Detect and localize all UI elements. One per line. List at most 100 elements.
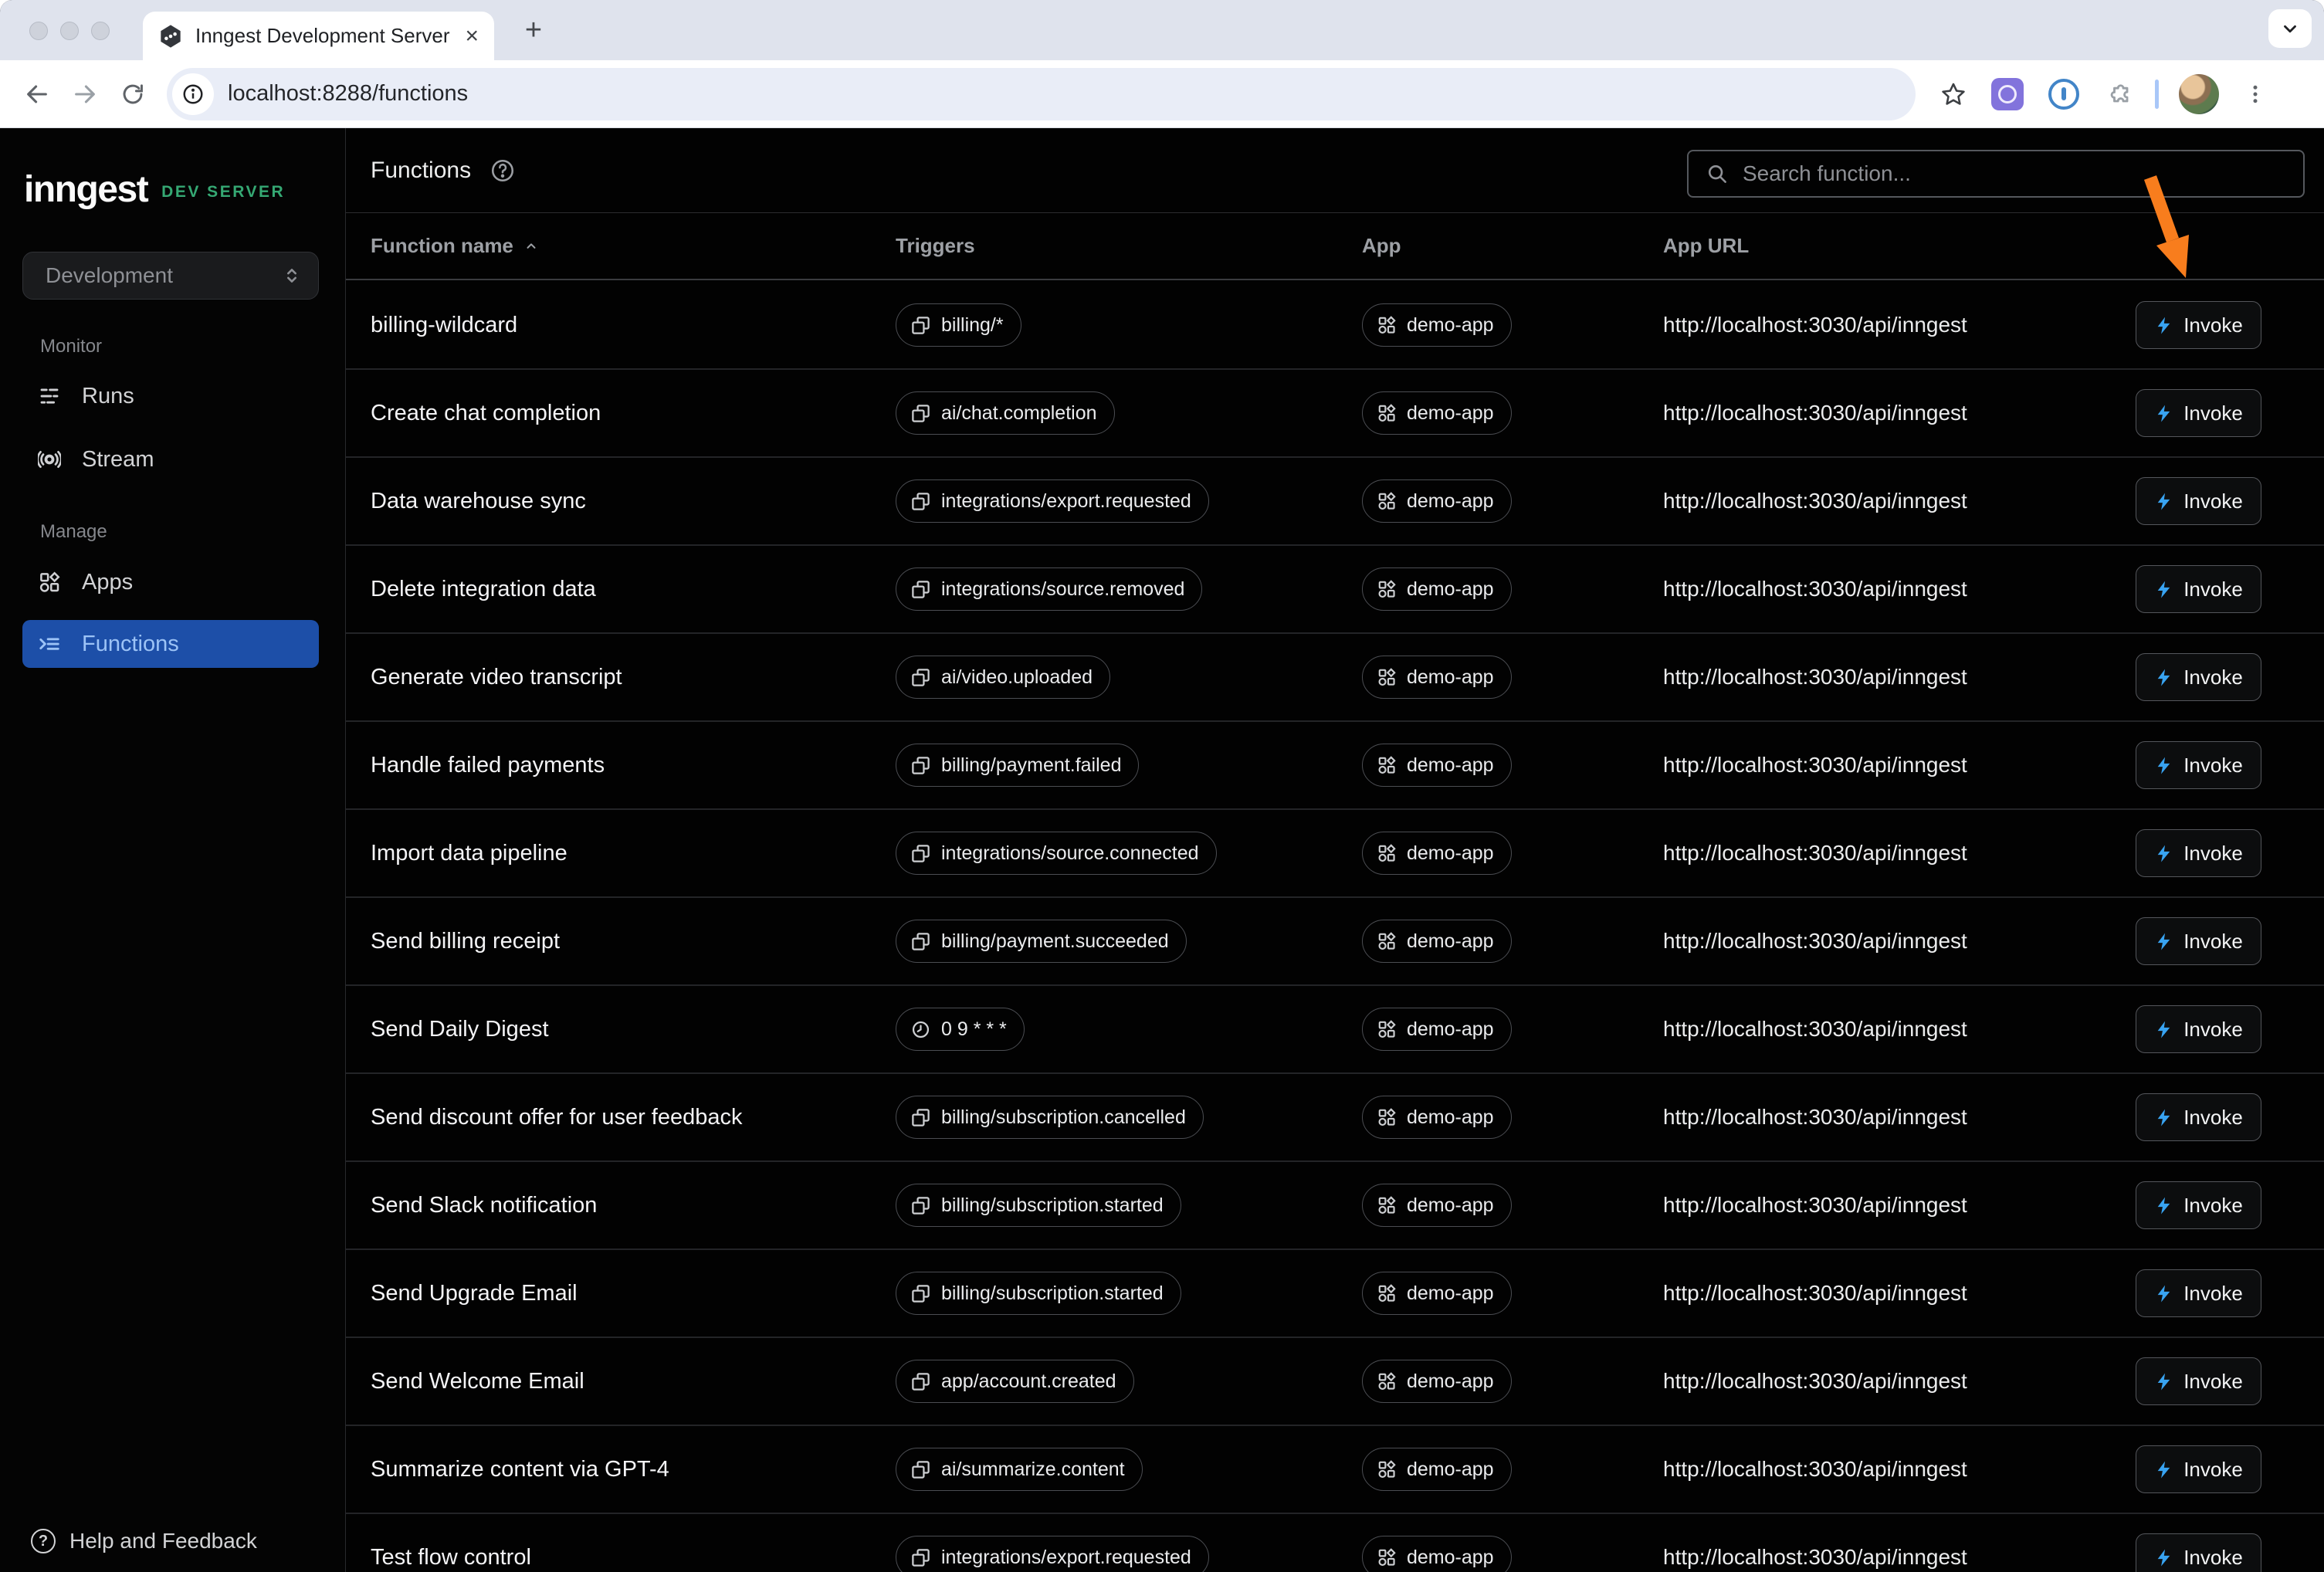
browser-menu-icon[interactable] bbox=[2244, 83, 2267, 106]
app-badge[interactable]: demo-app bbox=[1362, 1360, 1512, 1403]
function-name[interactable]: Send Daily Digest bbox=[371, 1017, 896, 1042]
tab-close-icon[interactable]: × bbox=[465, 25, 479, 48]
function-name[interactable]: Test flow control bbox=[371, 1545, 896, 1570]
trigger-badge[interactable]: integrations/export.requested bbox=[896, 1536, 1209, 1572]
address-bar[interactable]: localhost:8288/functions bbox=[167, 68, 1916, 120]
invoke-button[interactable]: Invoke bbox=[2136, 829, 2261, 877]
traffic-light-minimize[interactable] bbox=[60, 22, 79, 40]
app-badge[interactable]: demo-app bbox=[1362, 1184, 1512, 1227]
functions-help-icon[interactable] bbox=[490, 158, 516, 184]
app-badge[interactable]: demo-app bbox=[1362, 656, 1512, 699]
trigger-badge[interactable]: billing/subscription.started bbox=[896, 1272, 1181, 1315]
help-icon: ? bbox=[31, 1529, 56, 1553]
trigger-badge[interactable]: ai/chat.completion bbox=[896, 391, 1115, 435]
invoke-button[interactable]: Invoke bbox=[2136, 1533, 2261, 1572]
back-icon[interactable] bbox=[20, 77, 54, 111]
sidebar-item-functions[interactable]: Functions bbox=[22, 620, 319, 668]
bolt-icon bbox=[2154, 756, 2173, 775]
app-badge[interactable]: demo-app bbox=[1362, 1008, 1512, 1051]
function-name[interactable]: Create chat completion bbox=[371, 401, 896, 426]
app-badge[interactable]: demo-app bbox=[1362, 479, 1512, 523]
app-badge[interactable]: demo-app bbox=[1362, 1096, 1512, 1139]
function-name[interactable]: Send Upgrade Email bbox=[371, 1281, 896, 1306]
trigger-badge[interactable]: app/account.created bbox=[896, 1360, 1134, 1403]
invoke-button[interactable]: Invoke bbox=[2136, 1269, 2261, 1317]
function-name[interactable]: Send billing receipt bbox=[371, 929, 896, 954]
app-badge[interactable]: demo-app bbox=[1362, 567, 1512, 611]
browser-tab[interactable]: Inngest Development Server × bbox=[143, 12, 494, 60]
invoke-button[interactable]: Invoke bbox=[2136, 565, 2261, 613]
apps-icon bbox=[1377, 1283, 1397, 1303]
site-info-icon[interactable] bbox=[172, 73, 214, 115]
trigger-badge[interactable]: ai/video.uploaded bbox=[896, 656, 1110, 699]
profile-avatar[interactable] bbox=[2179, 74, 2219, 114]
trigger-badge[interactable]: ai/summarize.content bbox=[896, 1448, 1143, 1491]
function-name[interactable]: Handle failed payments bbox=[371, 753, 896, 778]
function-name[interactable]: Import data pipeline bbox=[371, 841, 896, 866]
function-name[interactable]: Summarize content via GPT-4 bbox=[371, 1457, 896, 1482]
invoke-button[interactable]: Invoke bbox=[2136, 917, 2261, 965]
invoke-button[interactable]: Invoke bbox=[2136, 1445, 2261, 1493]
invoke-button[interactable]: Invoke bbox=[2136, 1357, 2261, 1405]
column-function-name[interactable]: Function name bbox=[371, 234, 896, 258]
app-badge[interactable]: demo-app bbox=[1362, 303, 1512, 347]
function-name[interactable]: Send Welcome Email bbox=[371, 1369, 896, 1394]
new-tab-button[interactable]: + bbox=[516, 12, 551, 48]
function-name[interactable]: Send Slack notification bbox=[371, 1193, 896, 1218]
invoke-button[interactable]: Invoke bbox=[2136, 1181, 2261, 1229]
bolt-icon bbox=[2154, 844, 2173, 863]
environment-selector[interactable]: Development bbox=[22, 252, 319, 300]
apps-icon bbox=[1377, 843, 1397, 863]
invoke-button[interactable]: Invoke bbox=[2136, 301, 2261, 349]
traffic-light-zoom[interactable] bbox=[91, 22, 110, 40]
function-name[interactable]: Delete integration data bbox=[371, 577, 896, 602]
function-name[interactable]: Data warehouse sync bbox=[371, 489, 896, 514]
trigger-badge[interactable]: billing/payment.failed bbox=[896, 744, 1139, 787]
bookmark-star-icon[interactable] bbox=[1940, 81, 1967, 107]
tab-search-chevron-icon[interactable] bbox=[2268, 9, 2312, 48]
search-input[interactable] bbox=[1743, 161, 2288, 186]
column-app-url[interactable]: App URL bbox=[1663, 234, 2136, 258]
trigger-badge[interactable]: integrations/source.removed bbox=[896, 567, 1202, 611]
invoke-button[interactable]: Invoke bbox=[2136, 653, 2261, 701]
trigger-badge[interactable]: billing/* bbox=[896, 303, 1021, 347]
tab-title: Inngest Development Server bbox=[195, 24, 450, 48]
invoke-button[interactable]: Invoke bbox=[2136, 477, 2261, 525]
invoke-button[interactable]: Invoke bbox=[2136, 1005, 2261, 1053]
help-and-feedback[interactable]: ? Help and Feedback bbox=[31, 1523, 257, 1560]
app-badge[interactable]: demo-app bbox=[1362, 744, 1512, 787]
inngest-logo: inngest DEV SERVER bbox=[24, 168, 285, 211]
extension-purple-icon[interactable] bbox=[1991, 78, 2024, 110]
reload-icon[interactable] bbox=[116, 77, 150, 111]
forward-icon[interactable] bbox=[68, 77, 102, 111]
url-text[interactable]: localhost:8288/functions bbox=[228, 81, 468, 107]
app-badge[interactable]: demo-app bbox=[1362, 1448, 1512, 1491]
sidebar-item-apps[interactable]: Apps bbox=[22, 558, 319, 606]
column-app[interactable]: App bbox=[1362, 234, 1663, 258]
logo-text: inngest bbox=[24, 168, 147, 211]
invoke-button[interactable]: Invoke bbox=[2136, 389, 2261, 437]
table-row: Delete integration data integrations/sou… bbox=[346, 546, 2324, 634]
trigger-badge[interactable]: integrations/export.requested bbox=[896, 479, 1209, 523]
app-badge[interactable]: demo-app bbox=[1362, 1272, 1512, 1315]
invoke-button[interactable]: Invoke bbox=[2136, 741, 2261, 789]
function-name[interactable]: billing-wildcard bbox=[371, 313, 896, 338]
trigger-badge[interactable]: 0 9 * * * bbox=[896, 1008, 1025, 1051]
app-badge[interactable]: demo-app bbox=[1362, 391, 1512, 435]
invoke-button[interactable]: Invoke bbox=[2136, 1093, 2261, 1141]
trigger-badge[interactable]: billing/subscription.started bbox=[896, 1184, 1181, 1227]
function-name[interactable]: Generate video transcript bbox=[371, 665, 896, 690]
trigger-badge[interactable]: billing/payment.succeeded bbox=[896, 920, 1187, 963]
app-badge[interactable]: demo-app bbox=[1362, 832, 1512, 875]
extensions-puzzle-icon[interactable] bbox=[2104, 80, 2132, 108]
column-triggers[interactable]: Triggers bbox=[896, 234, 1362, 258]
sidebar-item-stream[interactable]: Stream bbox=[22, 435, 319, 483]
onepassword-icon[interactable] bbox=[2048, 79, 2079, 110]
trigger-badge[interactable]: billing/subscription.cancelled bbox=[896, 1096, 1204, 1139]
trigger-badge[interactable]: integrations/source.connected bbox=[896, 832, 1217, 875]
app-badge[interactable]: demo-app bbox=[1362, 920, 1512, 963]
app-badge[interactable]: demo-app bbox=[1362, 1536, 1512, 1572]
function-name[interactable]: Send discount offer for user feedback bbox=[371, 1105, 896, 1130]
traffic-light-close[interactable] bbox=[29, 22, 48, 40]
sidebar-item-runs[interactable]: Runs bbox=[22, 372, 319, 420]
